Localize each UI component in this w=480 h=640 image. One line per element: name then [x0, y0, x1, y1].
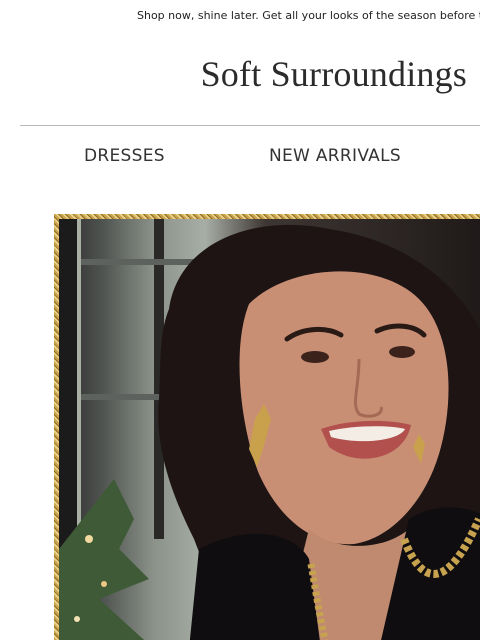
- hero-banner[interactable]: [54, 214, 480, 640]
- promo-text: Shop now, shine later. Get all your look…: [137, 9, 480, 22]
- hero-image: [59, 219, 480, 640]
- brand-logo[interactable]: Soft Surroundings: [0, 52, 467, 96]
- nav-item-new-arrivals[interactable]: NEW ARRIVALS: [269, 146, 401, 166]
- nav-item-dresses[interactable]: DRESSES: [84, 146, 165, 166]
- portrait-photo-icon: [59, 219, 480, 640]
- promo-banner[interactable]: Shop now, shine later. Get all your look…: [0, 0, 480, 32]
- main-nav: DRESSES NEW ARRIVALS: [0, 140, 480, 172]
- header-divider: [20, 125, 480, 126]
